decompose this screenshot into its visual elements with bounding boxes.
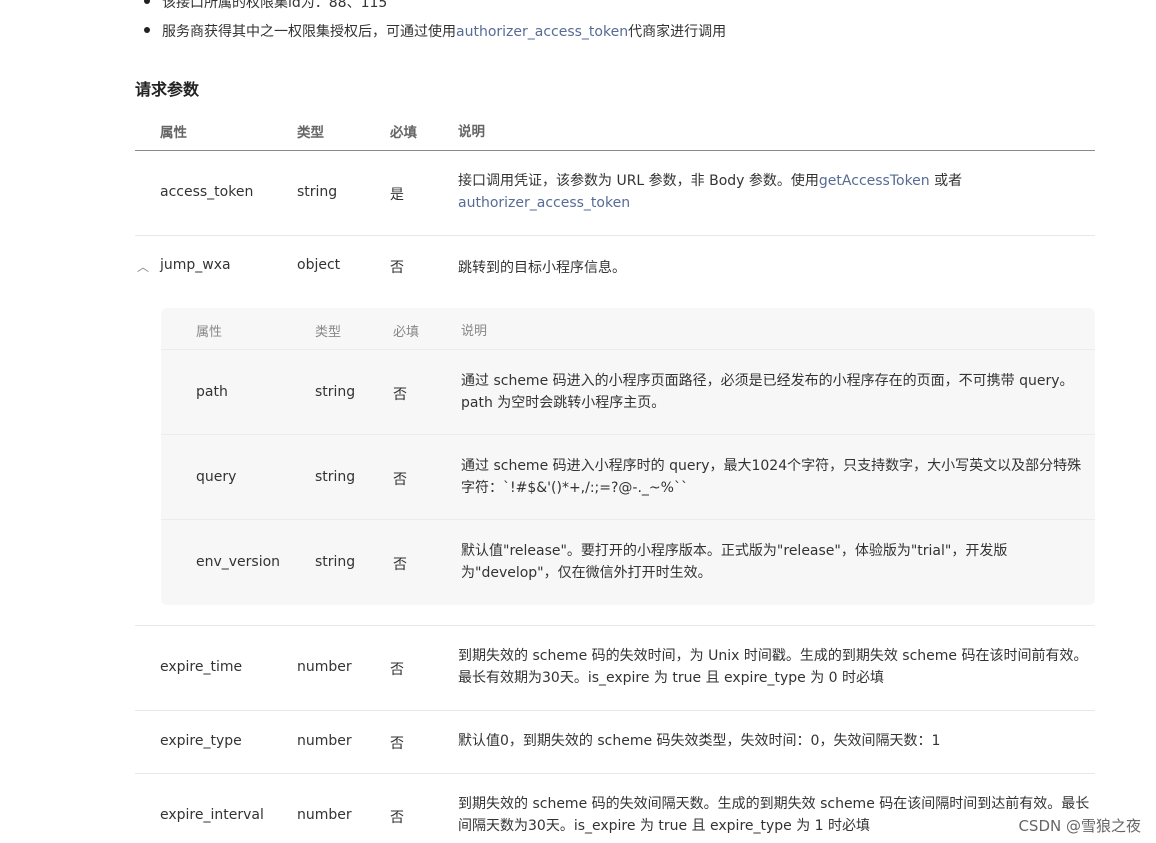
- param-required: 否: [390, 810, 404, 826]
- table-row: access_token string 是 接口调用凭证，该参数为 URL 参数…: [135, 151, 1095, 236]
- param-name: path: [196, 384, 228, 400]
- authorizer-access-token-link[interactable]: authorizer_access_token: [458, 195, 630, 211]
- nested-table-header: 属性 类型 必填 说明: [161, 308, 1095, 350]
- param-name: access_token: [160, 184, 254, 200]
- bullet-dot: [144, 0, 150, 4]
- param-type: string: [315, 554, 356, 570]
- param-desc: 通过 scheme 码进入小程序时的 query，最大1024个字符，只支持数字…: [461, 458, 1082, 496]
- param-type: number: [297, 659, 352, 675]
- bullet-text: 该接口所属的权限集id为：88、115: [162, 0, 388, 11]
- param-required: 否: [393, 557, 407, 573]
- param-type: string: [315, 469, 356, 485]
- param-required: 否: [390, 662, 404, 678]
- section-title: 请求参数: [135, 80, 200, 99]
- header-name: 属性: [196, 325, 223, 340]
- param-desc: 默认值"release"。要打开的小程序版本。正式版为"release"，体验版…: [461, 543, 1008, 581]
- chevron-up-icon[interactable]: ︿: [137, 258, 149, 275]
- param-type: number: [297, 807, 352, 823]
- authorizer-token-link[interactable]: authorizer_access_token: [456, 24, 628, 40]
- param-name: expire_type: [160, 733, 242, 749]
- bullet-text: 服务商获得其中之一权限集授权后，可通过使用: [162, 24, 456, 40]
- desc-text: 或者: [929, 173, 963, 189]
- header-desc: 说明: [461, 324, 488, 339]
- param-desc: 跳转到的目标小程序信息。: [458, 260, 626, 276]
- param-required: 否: [393, 387, 407, 403]
- param-name: expire_time: [160, 659, 243, 675]
- param-type: object: [297, 257, 341, 273]
- param-type: string: [297, 184, 338, 200]
- param-required: 否: [390, 260, 404, 276]
- param-name: query: [196, 469, 237, 485]
- param-desc: 接口调用凭证，该参数为 URL 参数，非 Body 参数。使用getAccess…: [458, 170, 1098, 214]
- param-required: 否: [393, 472, 407, 488]
- param-desc: 到期失效的 scheme 码的失效时间，为 Unix 时间戳。生成的到期失效 s…: [458, 648, 1088, 686]
- nested-table-row: query string 否 通过 scheme 码进入小程序时的 query，…: [161, 435, 1095, 520]
- nested-table-row: path string 否 通过 scheme 码进入的小程序页面路径，必须是已…: [161, 350, 1095, 435]
- get-access-token-link[interactable]: getAccessToken: [819, 173, 930, 189]
- table-row-expandable: ︿ jump_wxa object 否 跳转到的目标小程序信息。 属性 类型 必…: [135, 236, 1095, 626]
- table-row: expire_type number 否 默认值0，到期失效的 scheme 码…: [135, 711, 1095, 774]
- param-name: env_version: [196, 554, 281, 570]
- param-name: expire_interval: [160, 807, 264, 823]
- bullet-item: 该接口所属的权限集id为：88、115: [144, 0, 387, 13]
- header-type: 类型: [315, 325, 342, 340]
- table-row: expire_time number 否 到期失效的 scheme 码的失效时间…: [135, 626, 1095, 711]
- header-required: 必填: [393, 325, 420, 340]
- header-desc: 说明: [458, 124, 485, 140]
- param-type: number: [297, 733, 352, 749]
- csdn-watermark: CSDN @雪狼之夜: [1018, 817, 1141, 835]
- desc-text: 接口调用凭证，该参数为 URL 参数，非 Body 参数。使用: [458, 173, 819, 189]
- bullet-dot: [144, 27, 150, 33]
- header-required: 必填: [390, 125, 417, 141]
- param-desc: 到期失效的 scheme 码的失效间隔天数。生成的到期失效 scheme 码在该…: [458, 796, 1090, 834]
- params-table: 属性 类型 必填 说明 access_token string 是 接口调用凭证…: [135, 108, 1095, 843]
- nested-table-row: env_version string 否 默认值"release"。要打开的小程…: [161, 520, 1095, 605]
- param-desc: 默认值0，到期失效的 scheme 码失效类型，失效时间：0，失效间隔天数：1: [458, 733, 941, 749]
- param-name[interactable]: jump_wxa: [160, 257, 231, 273]
- param-type: string: [315, 384, 356, 400]
- header-name: 属性: [160, 125, 187, 141]
- nested-params-table: 属性 类型 必填 说明 path string 否 通过 scheme 码进入的…: [161, 308, 1095, 605]
- param-required: 是: [390, 187, 404, 203]
- header-type: 类型: [297, 125, 324, 141]
- param-desc: 通过 scheme 码进入的小程序页面路径，必须是已经发布的小程序存在的页面，不…: [461, 373, 1074, 411]
- table-row: expire_interval number 否 到期失效的 scheme 码的…: [135, 774, 1095, 843]
- bullet-item: 服务商获得其中之一权限集授权后，可通过使用authorizer_access_t…: [144, 22, 726, 42]
- table-header: 属性 类型 必填 说明: [135, 108, 1095, 151]
- bullet-text-after: 代商家进行调用: [628, 24, 727, 40]
- param-required: 否: [390, 736, 404, 752]
